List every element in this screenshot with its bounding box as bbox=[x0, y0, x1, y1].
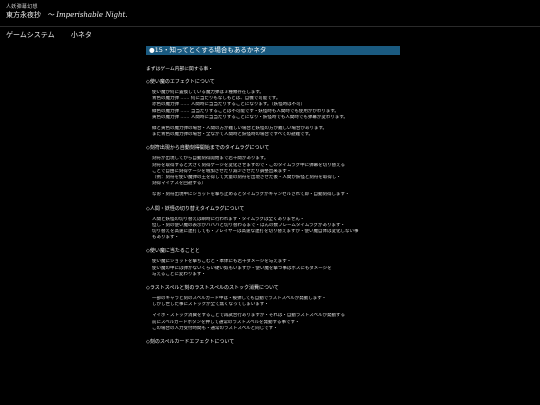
topic-section: ◇刻符出現から自動刻得開始までのタイムラグについて 刻符が出現してから自動刻得開始… bbox=[146, 145, 400, 198]
section-heading: ●15・知ってとくする場合もあるかネタ bbox=[146, 46, 400, 55]
topic-line: また青色の魔力弾の場合・全ながて人間時と妖怪時の場合ですべての避難です。 bbox=[152, 132, 314, 138]
main-content: ●15・知ってとくする場合もあるかネタ まずはゲーム内部に関する事・ ◇使い魔の… bbox=[146, 46, 400, 353]
topic-title: ◇ラストスペルと刻のラストスペルのストック消費について bbox=[146, 285, 279, 292]
topic-section: ◇刻のスペルカードエフェクトについて bbox=[146, 339, 400, 346]
topic-title: ◇人間・妖怪の切り替えタイムラグについて bbox=[146, 205, 245, 212]
site-title-en: ～ Imperishable Night. bbox=[47, 11, 128, 19]
topic-section: ◇ラストスペルと刻のラストスペルのストック消費について 一部のキャラと刻のスペルカ… bbox=[146, 285, 400, 332]
topic-title: ◇刻符出現から自動刻得開始までのタイムラグについて bbox=[146, 145, 270, 152]
topic-title: ◇刻のスペルカードエフェクトについて bbox=[146, 339, 235, 346]
topic-line: もあります・ bbox=[152, 235, 179, 241]
topic-section: ◇使い魔に当たることと 使い魔にショットを撃ちこむと・本体にも若干ダメージを与えま… bbox=[146, 248, 400, 278]
topic-line: この場合の人力受付時間も・通常のラストスペルと同じです・ bbox=[152, 325, 278, 331]
topic-line: 与えることに変わります・ bbox=[152, 271, 206, 277]
breadcrumb: ゲームシステム 小ネタ bbox=[6, 30, 106, 40]
topic-title: ◇使い魔に当たることと bbox=[146, 248, 200, 255]
breadcrumb-category[interactable]: ゲームシステム bbox=[6, 31, 55, 39]
site-header: 人妖弾幕幻想 東方永夜抄 ～ Imperishable Night. bbox=[0, 0, 540, 27]
topic-section: ◇人間・妖怪の切り替えタイムラグについて 人間と妖怪の切り替えは瞬時に行われます・… bbox=[146, 206, 400, 242]
topic-title: ◇使い魔のエフェクトについて bbox=[146, 79, 215, 85]
site-subtitle: 人妖弾幕幻想 bbox=[6, 4, 38, 10]
site-logo[interactable]: 東方永夜抄 ～ Imperishable Night. bbox=[6, 10, 128, 20]
intro-text: まずはゲーム内部に関する事・ bbox=[146, 67, 214, 72]
breadcrumb-page: 小ネタ bbox=[70, 31, 92, 39]
topic-section: ◇使い魔のエフェクトについて 使い魔が何に置換している魔力弾は３種類存在します。青… bbox=[146, 79, 400, 138]
site-title: 東方永夜抄 bbox=[6, 11, 41, 19]
topic-list: ◇使い魔のエフェクトについて 使い魔が何に置換している魔力弾は３種類存在します。青… bbox=[146, 79, 400, 346]
topic-line: なお・刻符出現中にショットを撃ち止めるとタイムラグがキャンセルされて即・自動刻得… bbox=[152, 192, 350, 198]
